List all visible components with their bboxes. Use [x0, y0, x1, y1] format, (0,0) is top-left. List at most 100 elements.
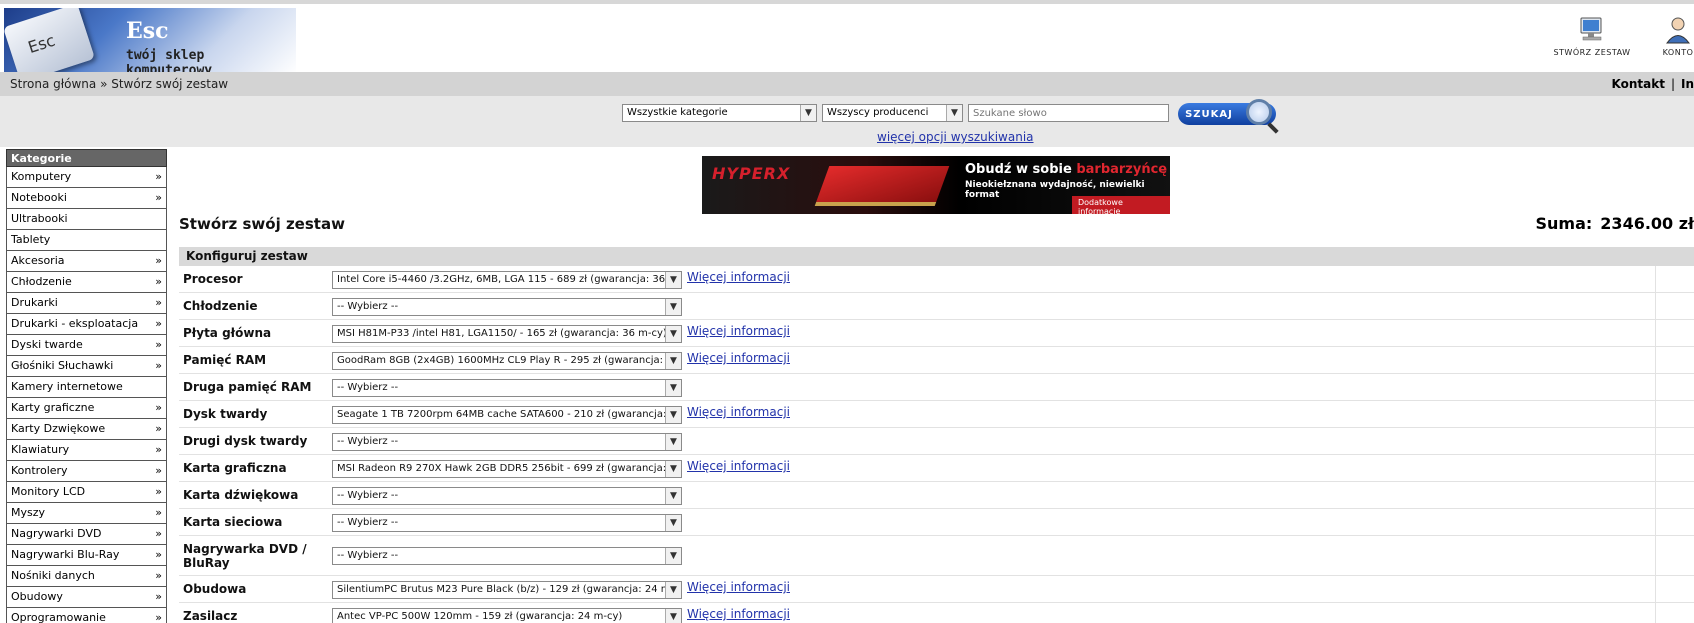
component-select[interactable]: -- Wybierz -- ▼ [332, 487, 682, 505]
chevron-right-icon: » [155, 464, 162, 477]
sidebar-item[interactable]: Kamery internetowe [6, 377, 167, 398]
sidebar-item[interactable]: Tablety [6, 230, 167, 251]
sidebar-item[interactable]: Nagrywarki Blu-Ray » [6, 545, 167, 566]
component-select[interactable]: Seagate 1 TB 7200rpm 64MB cache SATA600 … [332, 406, 682, 424]
site-logo[interactable]: Esc Esc twój sklep komputerowy [4, 8, 296, 74]
sidebar-item[interactable]: Dyski twarde » [6, 335, 167, 356]
config-row: Karta dźwiękowa -- Wybierz -- ▼ [179, 482, 1694, 509]
search-input[interactable] [968, 104, 1169, 122]
sidebar-item[interactable]: Monitory LCD » [6, 482, 167, 503]
config-row: Karta graficzna MSI Radeon R9 270X Hawk 2… [179, 455, 1694, 482]
chevron-down-icon: ▼ [665, 515, 681, 531]
column-divider [1655, 603, 1656, 623]
sidebar-item-label: Tablety [11, 233, 51, 246]
component-select[interactable]: -- Wybierz -- ▼ [332, 514, 682, 532]
column-divider [1655, 576, 1656, 602]
producer-select[interactable]: Wszyscy producenci ▼ [822, 104, 963, 122]
component-select[interactable]: -- Wybierz -- ▼ [332, 547, 682, 565]
sidebar-item[interactable]: Ultrabooki [6, 209, 167, 230]
sidebar-item[interactable]: Karty Dzwiękowe » [6, 419, 167, 440]
component-select[interactable]: MSI H81M-P33 /intel H81, LGA1150/ - 165 … [332, 325, 682, 343]
chevron-right-icon: » [155, 527, 162, 540]
component-select[interactable]: Intel Core i5-4460 /3.2GHz, 6MB, LGA 115… [332, 271, 682, 289]
config-row: Zasilacz Antec VP-PC 500W 120mm - 159 zł … [179, 603, 1694, 623]
more-info-link[interactable]: Więcej informacji [687, 580, 790, 594]
more-info-link[interactable]: Więcej informacji [687, 351, 790, 365]
sidebar-item-label: Kamery internetowe [11, 380, 123, 393]
info-link[interactable]: In [1681, 77, 1694, 91]
sidebar-item-label: Myszy [11, 506, 46, 519]
config-row: Drugi dysk twardy -- Wybierz -- ▼ [179, 428, 1694, 455]
sidebar-item[interactable]: Chłodzenie » [6, 272, 167, 293]
top-links-separator: | [1670, 77, 1675, 91]
more-info-link[interactable]: Więcej informacji [687, 607, 790, 621]
component-select[interactable]: -- Wybierz -- ▼ [332, 433, 682, 451]
component-select[interactable]: Antec VP-PC 500W 120mm - 159 zł (gwaranc… [332, 608, 682, 623]
sidebar-item[interactable]: Nagrywarki DVD » [6, 524, 167, 545]
sidebar-item[interactable]: Akcesoria » [6, 251, 167, 272]
chevron-right-icon: » [155, 611, 162, 623]
search-button-label: SZUKAJ [1185, 108, 1233, 120]
chevron-right-icon: » [155, 548, 162, 561]
producer-select-value: Wszyscy producenci [827, 107, 929, 118]
computer-icon [1580, 17, 1602, 41]
build-set-link[interactable]: STWÓRZ ZESTAW [1552, 16, 1632, 57]
category-select-value: Wszystkie kategorie [627, 107, 728, 118]
sidebar-item[interactable]: Karty graficzne » [6, 398, 167, 419]
sidebar-item[interactable]: Nośniki danych » [6, 566, 167, 587]
component-select-value: -- Wybierz -- [337, 517, 399, 528]
component-select[interactable]: MSI Radeon R9 270X Hawk 2GB DDR5 256bit … [332, 460, 682, 478]
more-info-link[interactable]: Więcej informacji [687, 270, 790, 284]
component-select[interactable]: -- Wybierz -- ▼ [332, 379, 682, 397]
sidebar-item[interactable]: Notebooki » [6, 188, 167, 209]
sum-value: 2346.00 zł [1600, 214, 1694, 233]
chevron-right-icon: » [155, 254, 162, 267]
component-select-value: MSI H81M-P33 /intel H81, LGA1150/ - 165 … [337, 328, 667, 339]
breadcrumb[interactable]: Strona główna » Stwórz swój zestaw [10, 77, 228, 91]
chevron-right-icon: » [155, 170, 162, 183]
sidebar-item[interactable]: Oprogramowanie » [6, 608, 167, 623]
account-link[interactable]: KONTO [1638, 16, 1694, 57]
component-select[interactable]: SilentiumPC Brutus M23 Pure Black (b/z) … [332, 581, 682, 599]
chevron-down-icon: ▼ [665, 353, 681, 369]
column-divider [1655, 536, 1656, 575]
more-search-options-link[interactable]: więcej opcji wyszukiwania [877, 130, 1034, 144]
more-info-link[interactable]: Więcej informacji [687, 324, 790, 338]
sidebar-item-label: Nagrywarki Blu-Ray [11, 548, 120, 561]
sidebar-item-label: Chłodzenie [11, 275, 72, 288]
sidebar-item-label: Ultrabooki [11, 212, 68, 225]
chevron-right-icon: » [155, 485, 162, 498]
banner-cta-button[interactable]: Dodatkowe informacje [1072, 196, 1170, 214]
chevron-down-icon: ▼ [665, 434, 681, 450]
sidebar-item[interactable]: Drukarki - eksploatacja » [6, 314, 167, 335]
more-info-link[interactable]: Więcej informacji [687, 459, 790, 473]
logo-title: Esc [126, 18, 169, 44]
column-divider [1655, 509, 1656, 535]
search-button[interactable]: SZUKAJ [1178, 99, 1276, 125]
config-row: Chłodzenie -- Wybierz -- ▼ [179, 293, 1694, 320]
sidebar-item-label: Notebooki [11, 191, 67, 204]
chevron-down-icon: ▼ [800, 105, 816, 121]
contact-link[interactable]: Kontakt [1612, 77, 1665, 91]
component-select-value: SilentiumPC Brutus M23 Pure Black (b/z) … [337, 584, 682, 595]
sidebar-item[interactable]: Drukarki » [6, 293, 167, 314]
sidebar-item[interactable]: Kontrolery » [6, 461, 167, 482]
more-info-link[interactable]: Więcej informacji [687, 405, 790, 419]
sidebar-item[interactable]: Klawiatury » [6, 440, 167, 461]
component-select[interactable]: GoodRam 8GB (2x4GB) 1600MHz CL9 Play R -… [332, 352, 682, 370]
column-divider [1655, 266, 1656, 292]
chevron-down-icon: ▼ [665, 272, 681, 288]
component-select[interactable]: -- Wybierz -- ▼ [332, 298, 682, 316]
sidebar-item[interactable]: Komputery » [6, 167, 167, 188]
banner-headline: Obudź w sobie barbarzyńcę [965, 162, 1167, 177]
chevron-down-icon: ▼ [665, 548, 681, 564]
hyperx-banner[interactable]: HYPERX Obudź w sobie barbarzyńcę Nieokie… [702, 156, 1170, 214]
category-select[interactable]: Wszystkie kategorie ▼ [622, 104, 817, 122]
config-row: Pamięć RAM GoodRam 8GB (2x4GB) 1600MHz CL… [179, 347, 1694, 374]
column-divider [1655, 401, 1656, 427]
sidebar-item[interactable]: Głośniki Słuchawki » [6, 356, 167, 377]
sidebar-item[interactable]: Obudowy » [6, 587, 167, 608]
component-select-value: -- Wybierz -- [337, 382, 399, 393]
sidebar-item[interactable]: Myszy » [6, 503, 167, 524]
sidebar-item-label: Klawiatury [11, 443, 70, 456]
